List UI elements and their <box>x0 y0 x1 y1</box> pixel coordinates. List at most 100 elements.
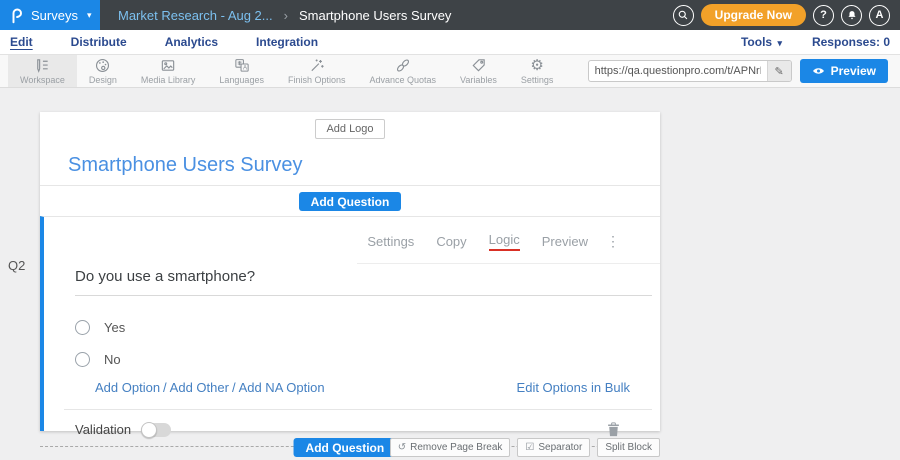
toolbar-item-settings[interactable]: ⚙ Settings <box>509 55 566 87</box>
media-library-icon <box>159 57 177 74</box>
surveys-menu-label: Surveys <box>31 8 78 23</box>
question-tab-copy[interactable]: Copy <box>436 234 466 249</box>
avatar[interactable]: A <box>869 5 890 26</box>
more-options-icon[interactable]: ⋮ <box>606 233 620 250</box>
question-text-field[interactable]: Do you use a smartphone? <box>75 268 652 296</box>
separator-button[interactable]: ☑ Separator <box>517 438 590 457</box>
toolbar-item-label: Languages <box>219 75 264 85</box>
magic-wand-icon <box>308 57 326 74</box>
help-button[interactable]: ? <box>813 5 834 26</box>
survey-card: Add Logo Smartphone Users Survey Add Que… <box>40 112 660 431</box>
option-links-row: Add Option/Add Other/Add NA Option Edit … <box>95 380 630 395</box>
validation-row: Validation <box>64 409 652 437</box>
separator-label: Separator <box>538 442 582 453</box>
edit-options-in-bulk-link[interactable]: Edit Options in Bulk <box>517 380 630 395</box>
question-tab-preview[interactable]: Preview <box>542 234 588 249</box>
gear-icon: ⚙ <box>530 57 543 74</box>
tools-menu[interactable]: Tools ▾ <box>741 35 782 49</box>
nav-right: Tools ▾ Responses: 0 <box>741 35 890 49</box>
link-separator: / <box>232 380 236 395</box>
add-question-button-top[interactable]: Add Question <box>299 192 402 211</box>
split-block-button[interactable]: Split Block <box>597 438 660 457</box>
edit-toolbar: Workspace Design Media Library A Languag… <box>0 55 900 88</box>
radio-button-no[interactable] <box>75 352 90 367</box>
search-button[interactable] <box>673 5 694 26</box>
design-palette-icon <box>94 57 111 74</box>
tag-icon <box>470 57 487 74</box>
remove-page-break-button[interactable]: ↺ Remove Page Break <box>390 438 511 457</box>
main-nav: Edit Distribute Analytics Integration To… <box>0 30 900 55</box>
validation-label: Validation <box>75 422 131 437</box>
toolbar-item-label: Advance Quotas <box>369 75 436 85</box>
bell-icon <box>846 9 858 21</box>
toolbar-item-label: Media Library <box>141 75 196 85</box>
add-question-row-top: Add Question <box>40 186 660 216</box>
breadcrumb-folder[interactable]: Market Research - Aug 2... <box>118 8 273 23</box>
nav-tab-edit[interactable]: Edit <box>10 35 33 49</box>
toolbar-item-advance-quotas[interactable]: Advance Quotas <box>357 55 448 87</box>
questionpro-logo-icon <box>9 6 24 25</box>
trash-icon <box>607 422 620 437</box>
toolbar-right: ✎ Preview <box>588 55 900 87</box>
delete-question-button[interactable] <box>607 422 620 437</box>
checkbox-checked-icon: ☑ <box>525 442 534 453</box>
breadcrumb-current-survey: Smartphone Users Survey <box>299 8 451 23</box>
toolbar-item-variables[interactable]: Variables <box>448 55 509 87</box>
survey-url-box: ✎ <box>588 60 792 82</box>
tools-label: Tools <box>741 35 772 49</box>
toolbar-item-languages[interactable]: A Languages <box>207 55 276 87</box>
search-icon <box>677 9 689 21</box>
page-break-row: Add Question ↺ Remove Page Break ☑ Separ… <box>40 437 660 457</box>
toolbar-item-workspace[interactable]: Workspace <box>8 55 77 87</box>
question-tab-settings[interactable]: Settings <box>367 234 414 249</box>
chevron-down-icon: ▾ <box>87 10 92 21</box>
toolbar-item-label: Design <box>89 75 117 85</box>
add-other-link[interactable]: Add Other <box>170 380 229 395</box>
option-label-no[interactable]: No <box>104 352 121 367</box>
pencil-icon: ✎ <box>775 65 784 78</box>
breadcrumb: Market Research - Aug 2... › Smartphone … <box>118 8 451 23</box>
survey-title[interactable]: Smartphone Users Survey <box>68 154 660 176</box>
preview-button[interactable]: Preview <box>800 59 888 83</box>
validation-toggle[interactable] <box>141 423 171 437</box>
add-na-option-link[interactable]: Add NA Option <box>239 380 325 395</box>
add-logo-button[interactable]: Add Logo <box>315 119 384 139</box>
responses-count[interactable]: Responses: 0 <box>812 35 890 49</box>
chain-link-icon <box>394 57 412 74</box>
preview-button-label: Preview <box>831 64 876 78</box>
remove-page-break-icon: ↺ <box>398 442 406 453</box>
surveys-menu[interactable]: Surveys ▾ <box>0 0 100 30</box>
radio-button-yes[interactable] <box>75 320 90 335</box>
nav-tab-distribute[interactable]: Distribute <box>71 35 127 49</box>
option-label-yes[interactable]: Yes <box>104 320 125 335</box>
question-tab-logic[interactable]: Logic <box>489 232 520 251</box>
chevron-down-icon: ▾ <box>777 38 782 48</box>
nav-tab-analytics[interactable]: Analytics <box>165 35 218 49</box>
toggle-knob <box>141 422 157 438</box>
option-row-no: No <box>75 346 660 372</box>
add-option-link[interactable]: Add Option <box>95 380 160 395</box>
add-question-button-bottom[interactable]: Add Question <box>294 438 397 457</box>
edit-url-button[interactable]: ✎ <box>767 61 791 81</box>
toolbar-item-media-library[interactable]: Media Library <box>129 55 208 87</box>
notifications-button[interactable] <box>841 5 862 26</box>
toolbar-item-label: Finish Options <box>288 75 346 85</box>
toolbar-item-label: Variables <box>460 75 497 85</box>
option-links: Add Option/Add Other/Add NA Option <box>95 380 325 395</box>
toolbar-item-label: Settings <box>521 75 554 85</box>
survey-canvas: Q2 Add Logo Smartphone Users Survey Add … <box>0 88 900 460</box>
logo-row: Add Logo <box>40 112 660 139</box>
link-separator: / <box>163 380 167 395</box>
remove-page-break-label: Remove Page Break <box>410 442 502 453</box>
top-header: Surveys ▾ Market Research - Aug 2... › S… <box>0 0 900 30</box>
survey-url-input[interactable] <box>589 65 767 77</box>
toolbar-item-finish-options[interactable]: Finish Options <box>276 55 358 87</box>
toolbar-item-design[interactable]: Design <box>77 55 129 87</box>
breadcrumb-separator-icon: › <box>284 8 288 23</box>
upgrade-now-button[interactable]: Upgrade Now <box>701 4 806 26</box>
nav-tab-integration[interactable]: Integration <box>256 35 318 49</box>
header-actions: Upgrade Now ? A <box>673 4 900 26</box>
page-break-actions: ↺ Remove Page Break ☑ Separator Split Bl… <box>390 438 660 457</box>
option-row-yes: Yes <box>75 314 660 340</box>
question-action-tabs: Settings Copy Logic Preview ⋮ <box>357 217 660 264</box>
